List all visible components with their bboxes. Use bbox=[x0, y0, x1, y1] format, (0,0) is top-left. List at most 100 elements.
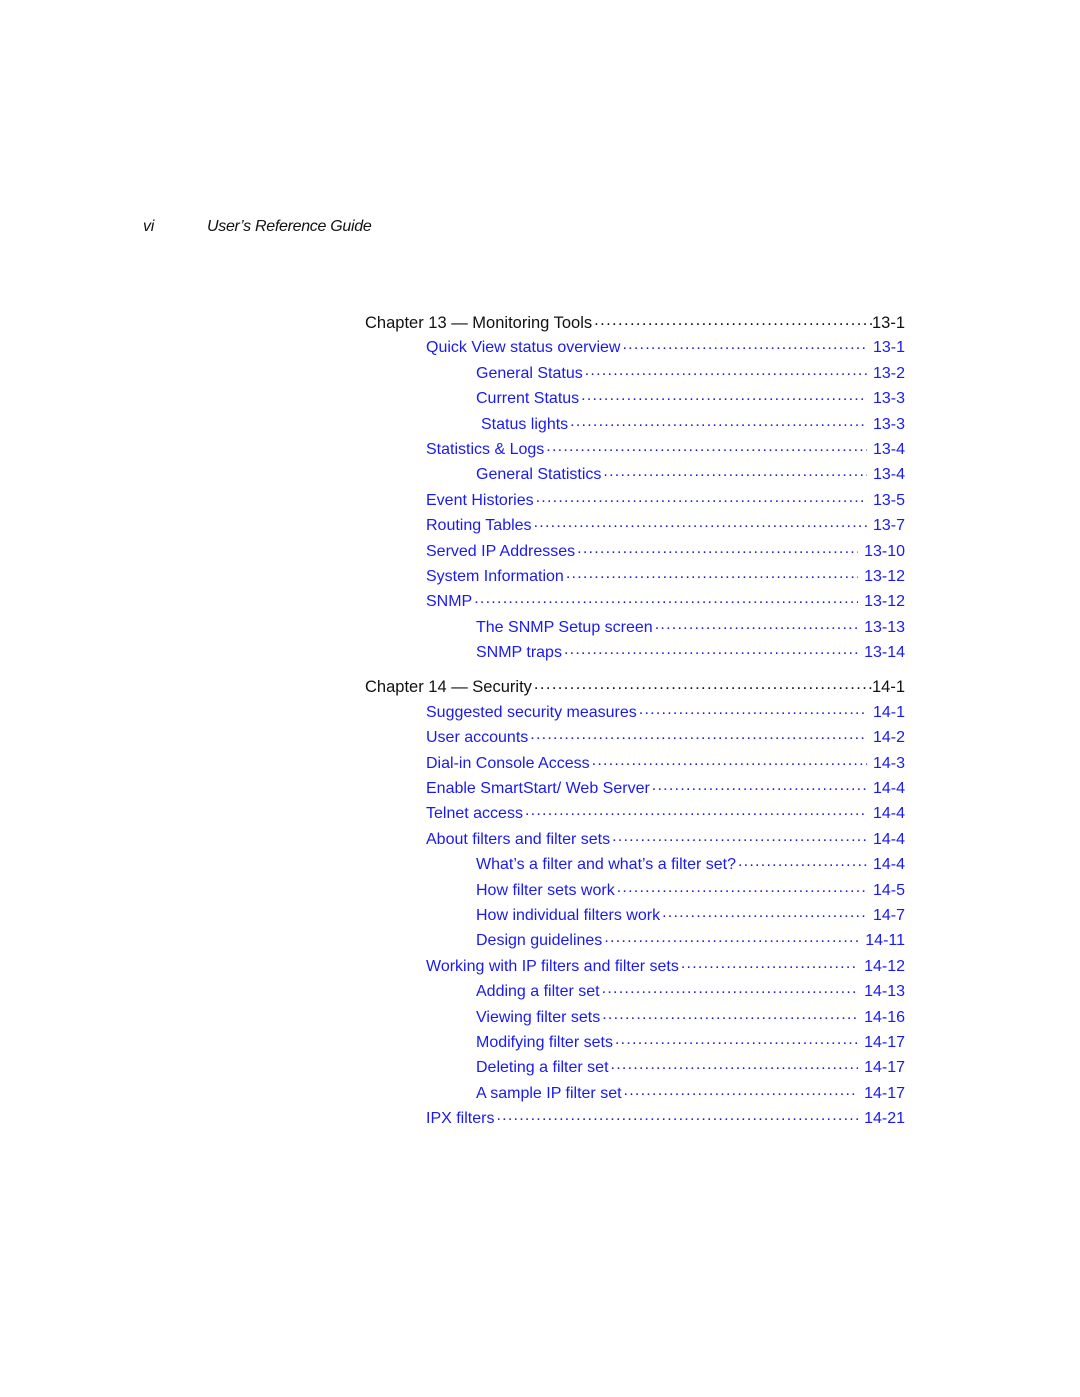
dot-leader bbox=[585, 362, 867, 378]
toc-entry-link[interactable]: How individual filters work 14-7 bbox=[365, 904, 905, 929]
dot-leader bbox=[534, 514, 867, 530]
dot-leader bbox=[604, 929, 859, 945]
toc-chapter-14[interactable]: Chapter 14 — Security 14-1 bbox=[365, 675, 905, 700]
toc-entry-link[interactable]: SNMP 13-12 bbox=[365, 590, 905, 615]
dot-leader bbox=[624, 1082, 859, 1098]
toc-entry-page: 14-1 bbox=[872, 703, 905, 721]
toc-entry-page: 13-14 bbox=[864, 644, 905, 662]
toc-entry-page: 14-17 bbox=[864, 1084, 905, 1102]
dot-leader bbox=[662, 904, 867, 920]
toc-entry-page: 13-10 bbox=[864, 542, 905, 560]
toc-entry-link[interactable]: Design guidelines 14-11 bbox=[365, 929, 905, 954]
toc-entry-page: 14-4 bbox=[872, 830, 905, 848]
toc-entry-link[interactable]: Suggested security measures 14-1 bbox=[365, 701, 905, 726]
toc-entry-title: System Information bbox=[426, 567, 566, 586]
toc-entry-page: 14-11 bbox=[865, 932, 905, 950]
toc-entry-page: 13-4 bbox=[872, 440, 905, 458]
toc-entry-link[interactable]: General Statistics 13-4 bbox=[365, 463, 905, 488]
dot-leader bbox=[615, 1031, 858, 1047]
toc-entry-link[interactable]: Viewing filter sets 14-16 bbox=[365, 1006, 905, 1031]
dot-leader bbox=[564, 641, 858, 657]
toc-entry-title: IPX filters bbox=[426, 1110, 497, 1129]
toc-entry-page: 13-4 bbox=[872, 466, 905, 484]
toc-entry-title: Dial-in Console Access bbox=[426, 754, 592, 773]
toc-entry-link[interactable]: Served IP Addresses 13-10 bbox=[365, 540, 905, 565]
toc-entry-link[interactable]: User accounts 14-2 bbox=[365, 726, 905, 751]
toc-entry-title: How individual filters work bbox=[476, 906, 663, 925]
toc-entry-title: Suggested security measures bbox=[426, 703, 639, 722]
toc-entry-title: How filter sets work bbox=[476, 881, 617, 900]
toc-entry-title: What’s a filter and what’s a filter set? bbox=[476, 856, 738, 875]
toc-entry-link[interactable]: Routing Tables 13-7 bbox=[365, 514, 905, 539]
toc-entry-link[interactable]: The SNMP Setup screen 13-13 bbox=[365, 616, 905, 641]
dot-leader bbox=[611, 1056, 859, 1072]
toc-entry-link[interactable]: What’s a filter and what’s a filter set?… bbox=[365, 853, 905, 878]
chapter-title: Chapter 13 — Monitoring Tools bbox=[365, 313, 595, 333]
toc-entry-link[interactable]: Current Status 13-3 bbox=[365, 387, 905, 412]
toc-entry-page: 13-12 bbox=[864, 593, 905, 611]
toc-entry-page: 13-7 bbox=[872, 517, 905, 535]
toc-entry-page: 14-13 bbox=[864, 983, 905, 1001]
toc-entry-link[interactable]: Deleting a filter set 14-17 bbox=[365, 1056, 905, 1081]
dot-leader bbox=[617, 879, 867, 895]
toc-entry-link[interactable]: Enable SmartStart/ Web Server 14-4 bbox=[365, 777, 905, 802]
toc-entry-title: Viewing filter sets bbox=[476, 1008, 603, 1027]
toc-entry-title: Design guidelines bbox=[476, 932, 605, 951]
toc-entry-title: Quick View status overview bbox=[426, 339, 623, 358]
chapter-14-entries: Suggested security measures 14-1 User acco… bbox=[365, 701, 905, 1133]
toc-entry-title: Telnet access bbox=[426, 805, 525, 824]
toc-entry-link[interactable]: Statistics & Logs 13-4 bbox=[365, 438, 905, 463]
toc-entry-title: Enable SmartStart/ Web Server bbox=[426, 780, 652, 799]
toc-entry-page: 14-17 bbox=[864, 1059, 905, 1077]
toc-entry-page: 14-4 bbox=[872, 805, 905, 823]
toc-entry-title: The SNMP Setup screen bbox=[476, 618, 655, 637]
toc-entry-link[interactable]: System Information 13-12 bbox=[365, 565, 905, 590]
guide-title: User’s Reference Guide bbox=[207, 218, 372, 235]
toc-entry-title: Modifying filter sets bbox=[476, 1033, 615, 1052]
toc-entry-page: 13-13 bbox=[864, 618, 905, 636]
toc-entry-link[interactable]: Modifying filter sets 14-17 bbox=[365, 1031, 905, 1056]
toc-entry-page: 14-21 bbox=[864, 1110, 905, 1128]
toc-entry-link[interactable]: Status lights 13-3 bbox=[365, 413, 905, 438]
toc-entry-link[interactable]: Quick View status overview 13-1 bbox=[365, 336, 905, 361]
toc-entry-page: 13-3 bbox=[872, 390, 905, 408]
dot-leader bbox=[592, 752, 867, 768]
toc-entry-title: Working with IP filters and filter sets bbox=[426, 957, 681, 976]
toc-entry-link[interactable]: Working with IP filters and filter sets 1… bbox=[365, 955, 905, 980]
toc-entry-link[interactable]: A sample IP filter set 14-17 bbox=[365, 1082, 905, 1107]
dot-leader bbox=[546, 438, 867, 454]
page-number: vi bbox=[143, 218, 154, 235]
toc-entry-page: 14-12 bbox=[864, 957, 905, 975]
dot-leader bbox=[474, 590, 858, 606]
toc-entry-link[interactable]: About filters and filter sets 14-4 bbox=[365, 828, 905, 853]
toc-entry-page: 13-12 bbox=[864, 567, 905, 585]
toc-entry-page: 14-5 bbox=[872, 881, 905, 899]
toc-entry-link[interactable]: IPX filters 14-21 bbox=[365, 1107, 905, 1132]
toc-entry-link[interactable]: SNMP traps 13-14 bbox=[365, 641, 905, 666]
toc-entry-link[interactable]: Telnet access 14-4 bbox=[365, 802, 905, 827]
toc-entry-page: 13-3 bbox=[872, 415, 905, 433]
toc-chapter-13[interactable]: Chapter 13 — Monitoring Tools 13-1 bbox=[365, 311, 905, 336]
dot-leader bbox=[639, 701, 867, 717]
chapter-page: 14-1 bbox=[871, 677, 905, 696]
dot-leader bbox=[570, 413, 867, 429]
toc-entry-page: 14-17 bbox=[864, 1033, 905, 1051]
toc-entry-page: 13-5 bbox=[872, 491, 905, 509]
dot-leader bbox=[602, 980, 858, 996]
toc-entry-link[interactable]: Event Histories 13-5 bbox=[365, 489, 905, 514]
chapter-13-entries: Quick View status overview 13-1 General St… bbox=[365, 336, 905, 666]
toc-entry-title: Event Histories bbox=[426, 491, 536, 510]
toc-entry-link[interactable]: How filter sets work 14-5 bbox=[365, 879, 905, 904]
dot-leader bbox=[655, 616, 858, 632]
toc-entry-title: Adding a filter set bbox=[476, 983, 602, 1002]
toc-entry-page: 14-4 bbox=[872, 780, 905, 798]
dot-leader bbox=[681, 955, 858, 971]
dot-leader bbox=[603, 463, 867, 479]
toc-entry-link[interactable]: Dial-in Console Access 14-3 bbox=[365, 752, 905, 777]
toc-entry-link[interactable]: Adding a filter set 14-13 bbox=[365, 980, 905, 1005]
toc-entry-page: 14-3 bbox=[872, 754, 905, 772]
dot-leader bbox=[577, 540, 858, 556]
dot-leader bbox=[534, 675, 872, 692]
dot-leader bbox=[594, 311, 872, 328]
toc-entry-link[interactable]: General Status 13-2 bbox=[365, 362, 905, 387]
